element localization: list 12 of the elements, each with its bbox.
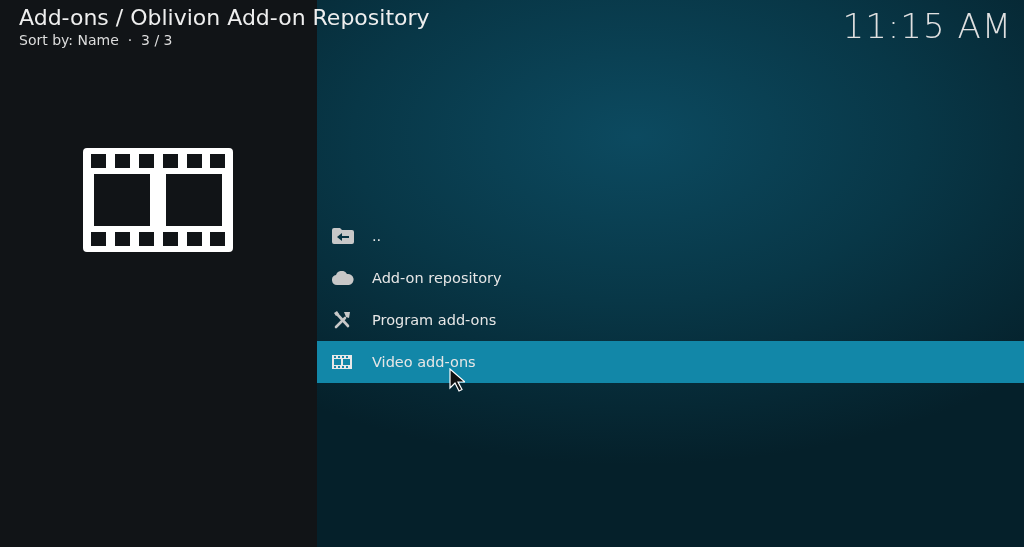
mouse-cursor-icon [449, 368, 465, 392]
film-strip-icon [83, 148, 233, 252]
breadcrumb-title: Add-ons / Oblivion Add-on Repository [19, 4, 430, 32]
folder-back-icon [332, 228, 354, 244]
list-item[interactable]: Add-on repository [317, 257, 1024, 299]
clock: 11:15 AM [842, 5, 1012, 48]
list-item[interactable]: Program add-ons [317, 299, 1024, 341]
list-item[interactable]: .. [317, 215, 1024, 257]
cloud-icon [332, 271, 354, 285]
sort-info: Sort by: Name · 3 / 3 [19, 32, 174, 48]
film-strip-icon [332, 355, 352, 369]
tools-icon [332, 310, 352, 330]
